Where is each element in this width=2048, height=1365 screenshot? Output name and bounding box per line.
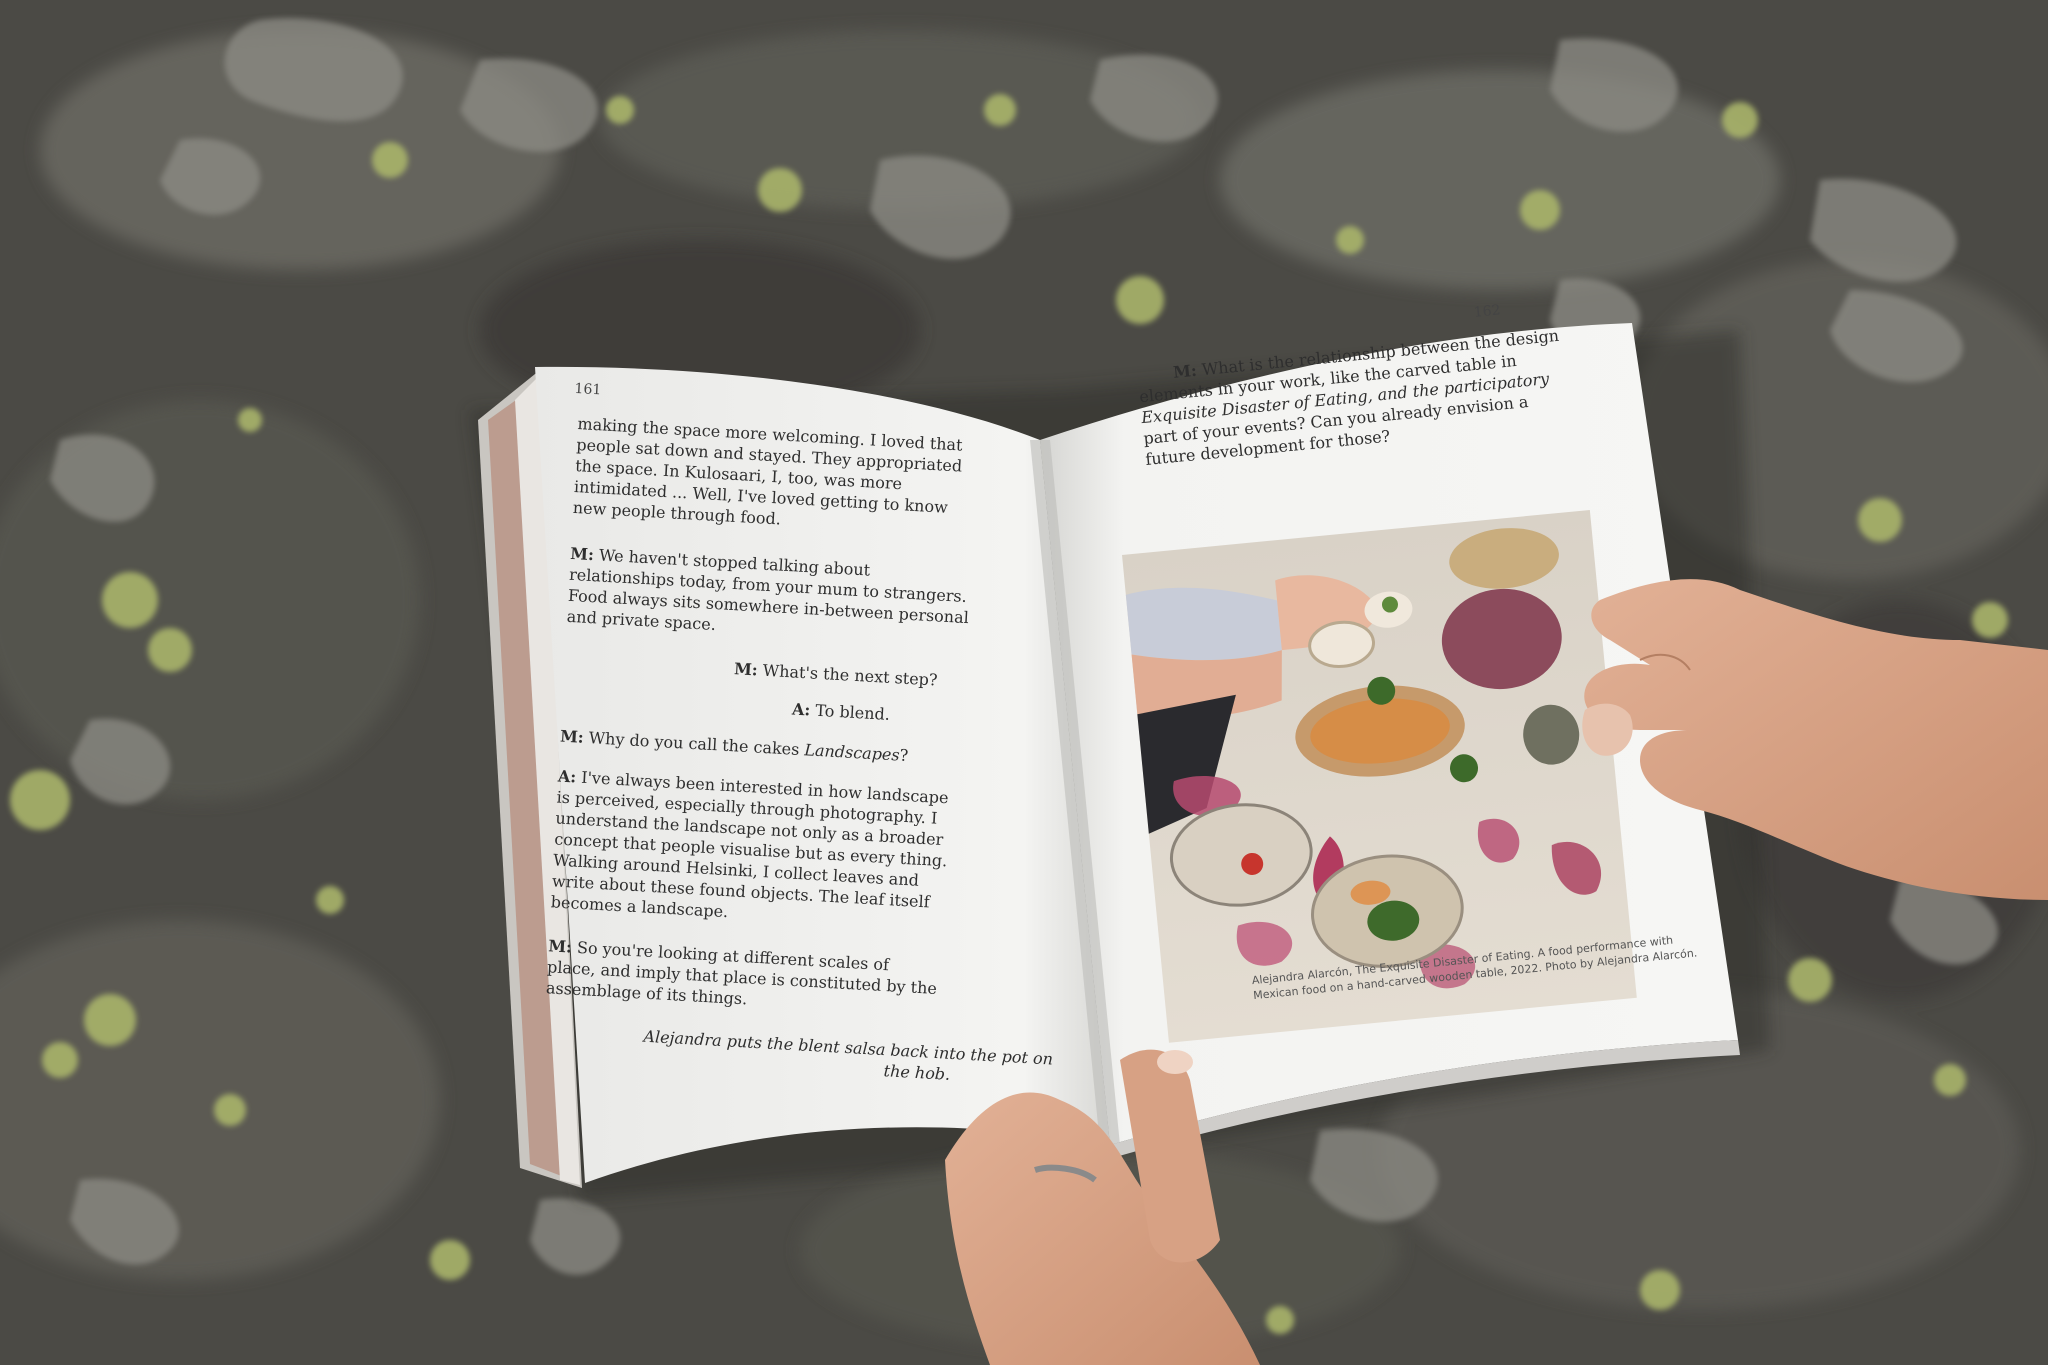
photo-caption: Alejandra Alarcón, The Exquisite Disaste…: [1251, 930, 1698, 1003]
text-line: Why do you call the cakes: [588, 728, 805, 760]
stage-direction: Alejandra puts the blent salsa back into…: [642, 1026, 1054, 1091]
speaker: M:: [559, 726, 585, 747]
text-italic: Landscapes: [803, 740, 901, 765]
page-number: 161: [574, 380, 602, 399]
speaker: A:: [791, 699, 811, 720]
question-next-step: M: What's the next step?: [734, 658, 939, 690]
speaker: M:: [733, 659, 759, 680]
speaker: M:: [569, 543, 595, 565]
speaker: A:: [557, 766, 577, 787]
left-page: 161 making the space more welcoming. I l…: [518, 380, 1120, 1170]
paragraph-m1: M: We haven't stopped talking about rela…: [566, 543, 971, 649]
text-line: What's the next step?: [762, 660, 939, 690]
question-landscapes: M: Why do you call the cakes Landscapes?: [560, 726, 909, 766]
speaker: M:: [547, 936, 573, 957]
question-design: M: What is the relationship between the …: [1136, 325, 1568, 470]
question-scales: M: So you're looking at different scales…: [545, 935, 938, 1020]
answer-landscape: A: I've always been interested in how la…: [550, 766, 951, 935]
paragraph-intro: making the space more welcoming. I loved…: [572, 413, 964, 539]
page-number: 162: [1473, 302, 1502, 321]
right-page: 162 M: What is the relationship between …: [1138, 286, 1780, 1096]
text-line: ?: [899, 745, 909, 766]
photo-scene: 161 making the space more welcoming. I l…: [0, 0, 2048, 1365]
answer-blend: A: To blend.: [791, 698, 890, 724]
text-line: To blend.: [814, 700, 891, 724]
speaker: M:: [1172, 360, 1198, 382]
